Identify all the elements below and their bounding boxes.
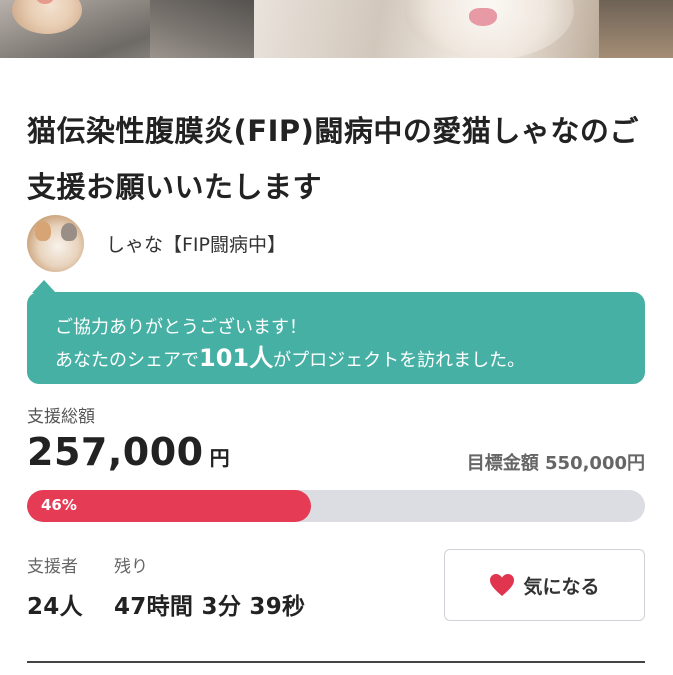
heart-icon: [490, 574, 515, 596]
total-amount: 257,000 円: [27, 430, 230, 474]
total-amount-currency: 円: [209, 446, 230, 470]
backers-stat: 支援者 24人: [27, 552, 83, 621]
hero-photo-right: [254, 0, 673, 58]
share-message-line2: あなたのシェアで101人がプロジェクトを訪れました。: [55, 343, 617, 376]
hero-photo-left: [0, 0, 254, 58]
funding-progress-bar: 46%: [27, 490, 645, 522]
goal-amount: 目標金額 550,000円: [467, 449, 645, 475]
remaining-value: 47時間 3分 39秒: [114, 594, 306, 620]
owner-name[interactable]: しゃな【FIP闘病中】: [106, 230, 286, 257]
favorite-button[interactable]: 気になる: [444, 549, 645, 621]
backers-value: 24人: [27, 594, 83, 620]
total-amount-label: 支援総額: [27, 407, 95, 427]
project-owner[interactable]: しゃな【FIP闘病中】: [27, 215, 286, 272]
hero-image: [0, 0, 673, 58]
favorite-button-label: 気になる: [523, 575, 600, 598]
goal-amount-value: 550,000円: [545, 453, 645, 474]
share-message-prefix: あなたのシェアで: [55, 350, 199, 371]
total-amount-value: 257,000: [27, 430, 204, 474]
section-divider: [27, 661, 645, 663]
remaining-label: 残り: [114, 557, 148, 577]
owner-avatar[interactable]: [27, 215, 84, 272]
funding-progress-percent: 46%: [41, 496, 77, 514]
project-title: 猫伝染性腹膜炎(FIP)闘病中の愛猫しゃなのご支援お願いいたします: [27, 114, 639, 204]
share-visitor-count: 101人: [199, 344, 274, 372]
backers-label: 支援者: [27, 557, 78, 577]
share-message-suffix: がプロジェクトを訪れました。: [273, 350, 526, 371]
remaining-time-stat: 残り 47時間 3分 39秒: [114, 552, 305, 621]
share-thanks-message: ご協力ありがとうございます！ あなたのシェアで101人がプロジェクトを訪れました…: [27, 292, 645, 384]
funding-progress-fill: 46%: [27, 490, 312, 522]
share-message-line1: ご協力ありがとうございます！: [55, 317, 307, 338]
goal-amount-label: 目標金額: [466, 453, 539, 474]
